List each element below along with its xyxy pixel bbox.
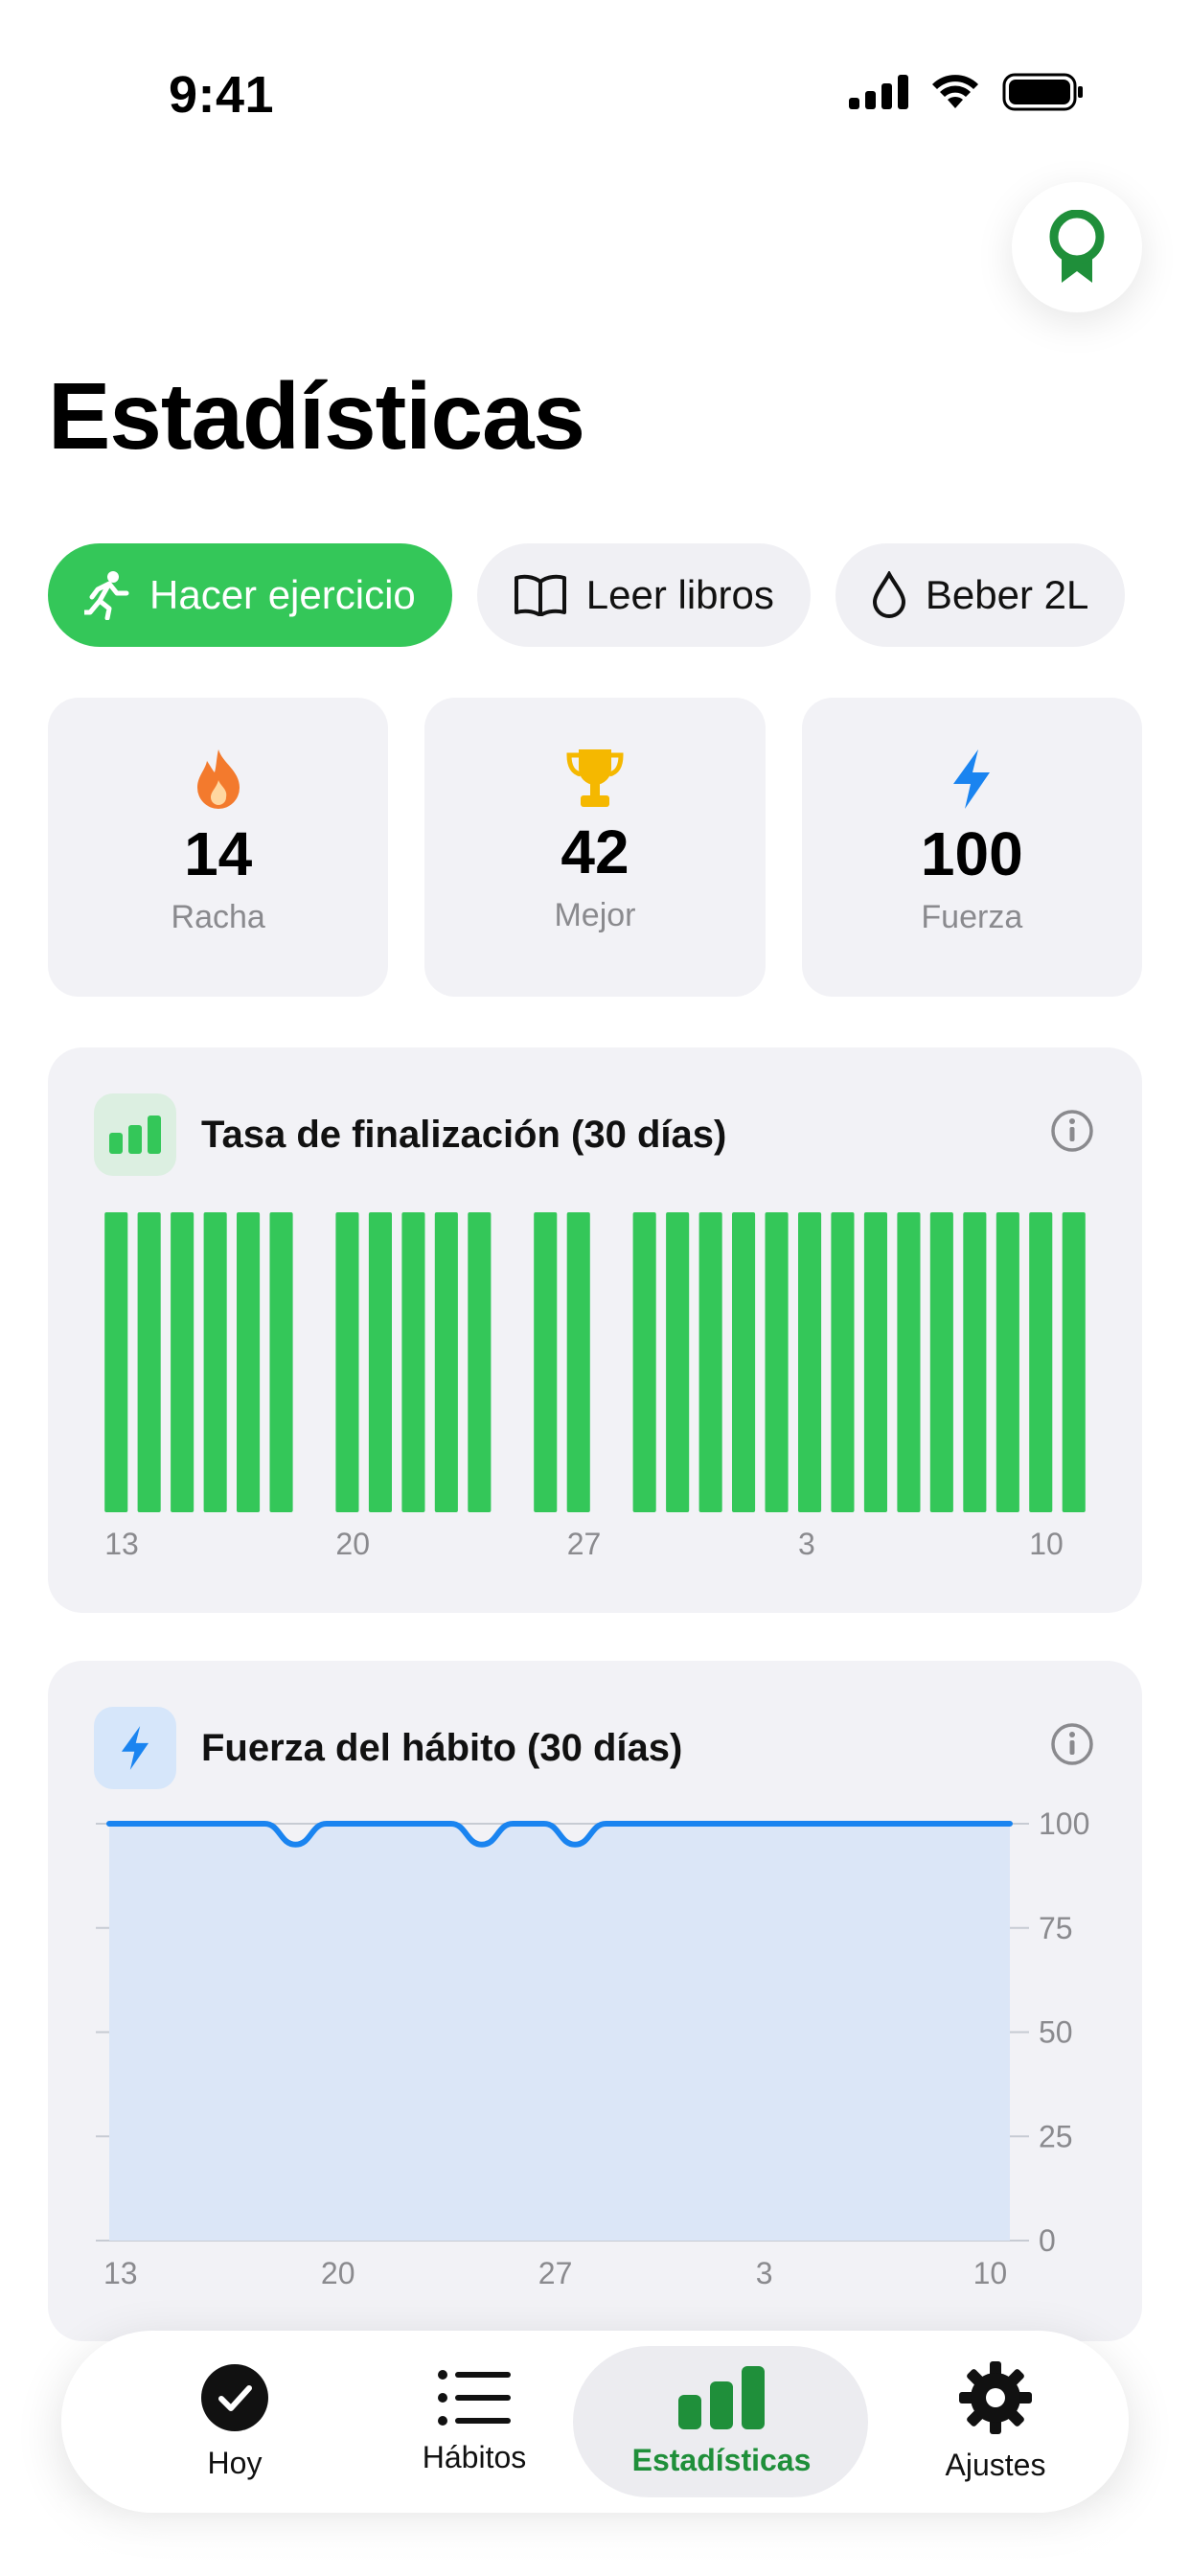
completion-bar: [566, 1212, 590, 1512]
habit-chip-exercise[interactable]: Hacer ejercicio: [48, 543, 452, 647]
completion-bar: [401, 1212, 425, 1512]
tab-habits[interactable]: Hábitos: [383, 2331, 565, 2513]
stat-label: Mejor: [554, 897, 636, 933]
tab-bar: Hoy Hábitos Estadísticas Ajustes: [61, 2331, 1129, 2513]
scroll-fade: [0, 2492, 1190, 2576]
habit-chip-water[interactable]: Beber 2L: [835, 543, 1126, 647]
tab-label: Estadísticas: [631, 2442, 812, 2477]
wifi-icon: [932, 75, 978, 108]
list-icon: [438, 2369, 511, 2426]
completion-bar: [237, 1212, 261, 1512]
completion-bar: [732, 1212, 756, 1512]
bolt-icon: [953, 749, 991, 809]
completion-bar: [137, 1212, 161, 1512]
x-tick-label: 10: [973, 2256, 1008, 2290]
completion-bar: [666, 1212, 690, 1512]
y-tick-label: 75: [1039, 1911, 1073, 1945]
stat-label: Fuerza: [921, 899, 1023, 935]
completion-bar: [765, 1212, 789, 1512]
stats-row: 14 Racha 42 Mejor 100 Fuerza: [48, 698, 1142, 997]
habit-chip-reading[interactable]: Leer libros: [476, 543, 811, 647]
completion-bar: [963, 1212, 987, 1512]
battery-icon: [1002, 73, 1083, 111]
trophy-icon: [566, 749, 624, 807]
completion-bar: [203, 1212, 227, 1512]
completion-bar: [335, 1212, 359, 1512]
award-ribbon-icon: [1049, 210, 1105, 283]
completion-bar: [104, 1212, 128, 1512]
x-tick-label: 27: [538, 2256, 573, 2290]
x-tick-label: 3: [756, 2256, 773, 2290]
page-title: Estadísticas: [48, 363, 585, 469]
x-tick-label: 27: [567, 1527, 602, 1561]
stat-label: Racha: [171, 899, 265, 935]
completion-bar-chart: 13 20 27 3 10: [104, 1212, 1086, 1561]
water-drop-icon: [872, 571, 905, 618]
habit-strength-card: Fuerza del hábito (30 días) 100 75 50 25 0 13…: [48, 1661, 1142, 2341]
stat-value: 100: [920, 819, 1023, 888]
status-icons: [849, 73, 1085, 111]
cellular-signal-icon: [849, 75, 908, 109]
completion-bar: [698, 1212, 722, 1512]
strength-area-fill: [109, 1824, 1010, 2241]
completion-rate-card: Tasa de finalización (30 días) 13 20 27 3 10: [48, 1047, 1142, 1613]
completion-bar: [468, 1212, 492, 1512]
completion-bar: [897, 1212, 921, 1512]
y-tick-label: 50: [1039, 2015, 1073, 2050]
stat-card-streak: 14 Racha: [48, 698, 389, 997]
tab-label: Hoy: [207, 2445, 263, 2480]
x-tick-label: 13: [104, 1527, 139, 1561]
y-tick-label: 0: [1039, 2223, 1056, 2258]
x-tick-label: 20: [321, 2256, 355, 2290]
completion-bar: [269, 1212, 293, 1512]
x-tick-label: 10: [1029, 1527, 1064, 1561]
achievements-button[interactable]: [1012, 182, 1142, 312]
tab-statistics[interactable]: Estadísticas: [602, 2331, 841, 2513]
x-tick-label: 3: [798, 1527, 815, 1561]
tab-today[interactable]: Hoy: [153, 2331, 316, 2513]
flame-icon: [196, 749, 240, 809]
bar-chart-icon: [678, 2365, 765, 2429]
gear-icon: [959, 2360, 1032, 2434]
completion-bar: [1062, 1212, 1086, 1512]
completion-bar: [171, 1212, 195, 1512]
completion-bar: [798, 1212, 822, 1512]
stat-card-best: 42 Mejor: [424, 698, 766, 997]
tab-label: Hábitos: [422, 2439, 527, 2474]
completion-bar: [534, 1212, 558, 1512]
habit-selector: Hacer ejercicio Leer libros Beber 2L: [48, 543, 1142, 649]
running-figure-icon: [84, 571, 129, 620]
completion-bar: [995, 1212, 1019, 1512]
checkmark-circle-icon: [201, 2363, 268, 2431]
tab-label: Ajustes: [945, 2447, 1046, 2482]
completion-bar: [434, 1212, 458, 1512]
x-tick-label: 20: [335, 1527, 370, 1561]
strength-area-chart: 100 75 50 25 0 13 20 27 3 10: [96, 1806, 1089, 2290]
y-tick-label: 100: [1039, 1806, 1089, 1841]
x-tick-label: 13: [103, 2256, 138, 2290]
stat-value: 14: [184, 819, 253, 888]
open-book-icon: [514, 574, 566, 616]
completion-bar: [632, 1212, 656, 1512]
stat-card-strength: 100 Fuerza: [801, 698, 1142, 997]
completion-bar: [1029, 1212, 1053, 1512]
completion-bar: [929, 1212, 953, 1512]
habit-chip-label: Leer libros: [585, 572, 774, 617]
stat-value: 42: [561, 817, 629, 886]
habit-chip-label: Beber 2L: [925, 572, 1089, 617]
completion-bar: [831, 1212, 855, 1512]
tab-settings[interactable]: Ajustes: [904, 2331, 1087, 2513]
completion-bar: [368, 1212, 392, 1512]
y-tick-label: 25: [1039, 2119, 1073, 2153]
status-time: 9:41: [169, 66, 275, 124]
habit-chip-label: Hacer ejercicio: [149, 572, 416, 617]
completion-bar: [863, 1212, 887, 1512]
status-bar: 9:41: [0, 0, 1190, 134]
